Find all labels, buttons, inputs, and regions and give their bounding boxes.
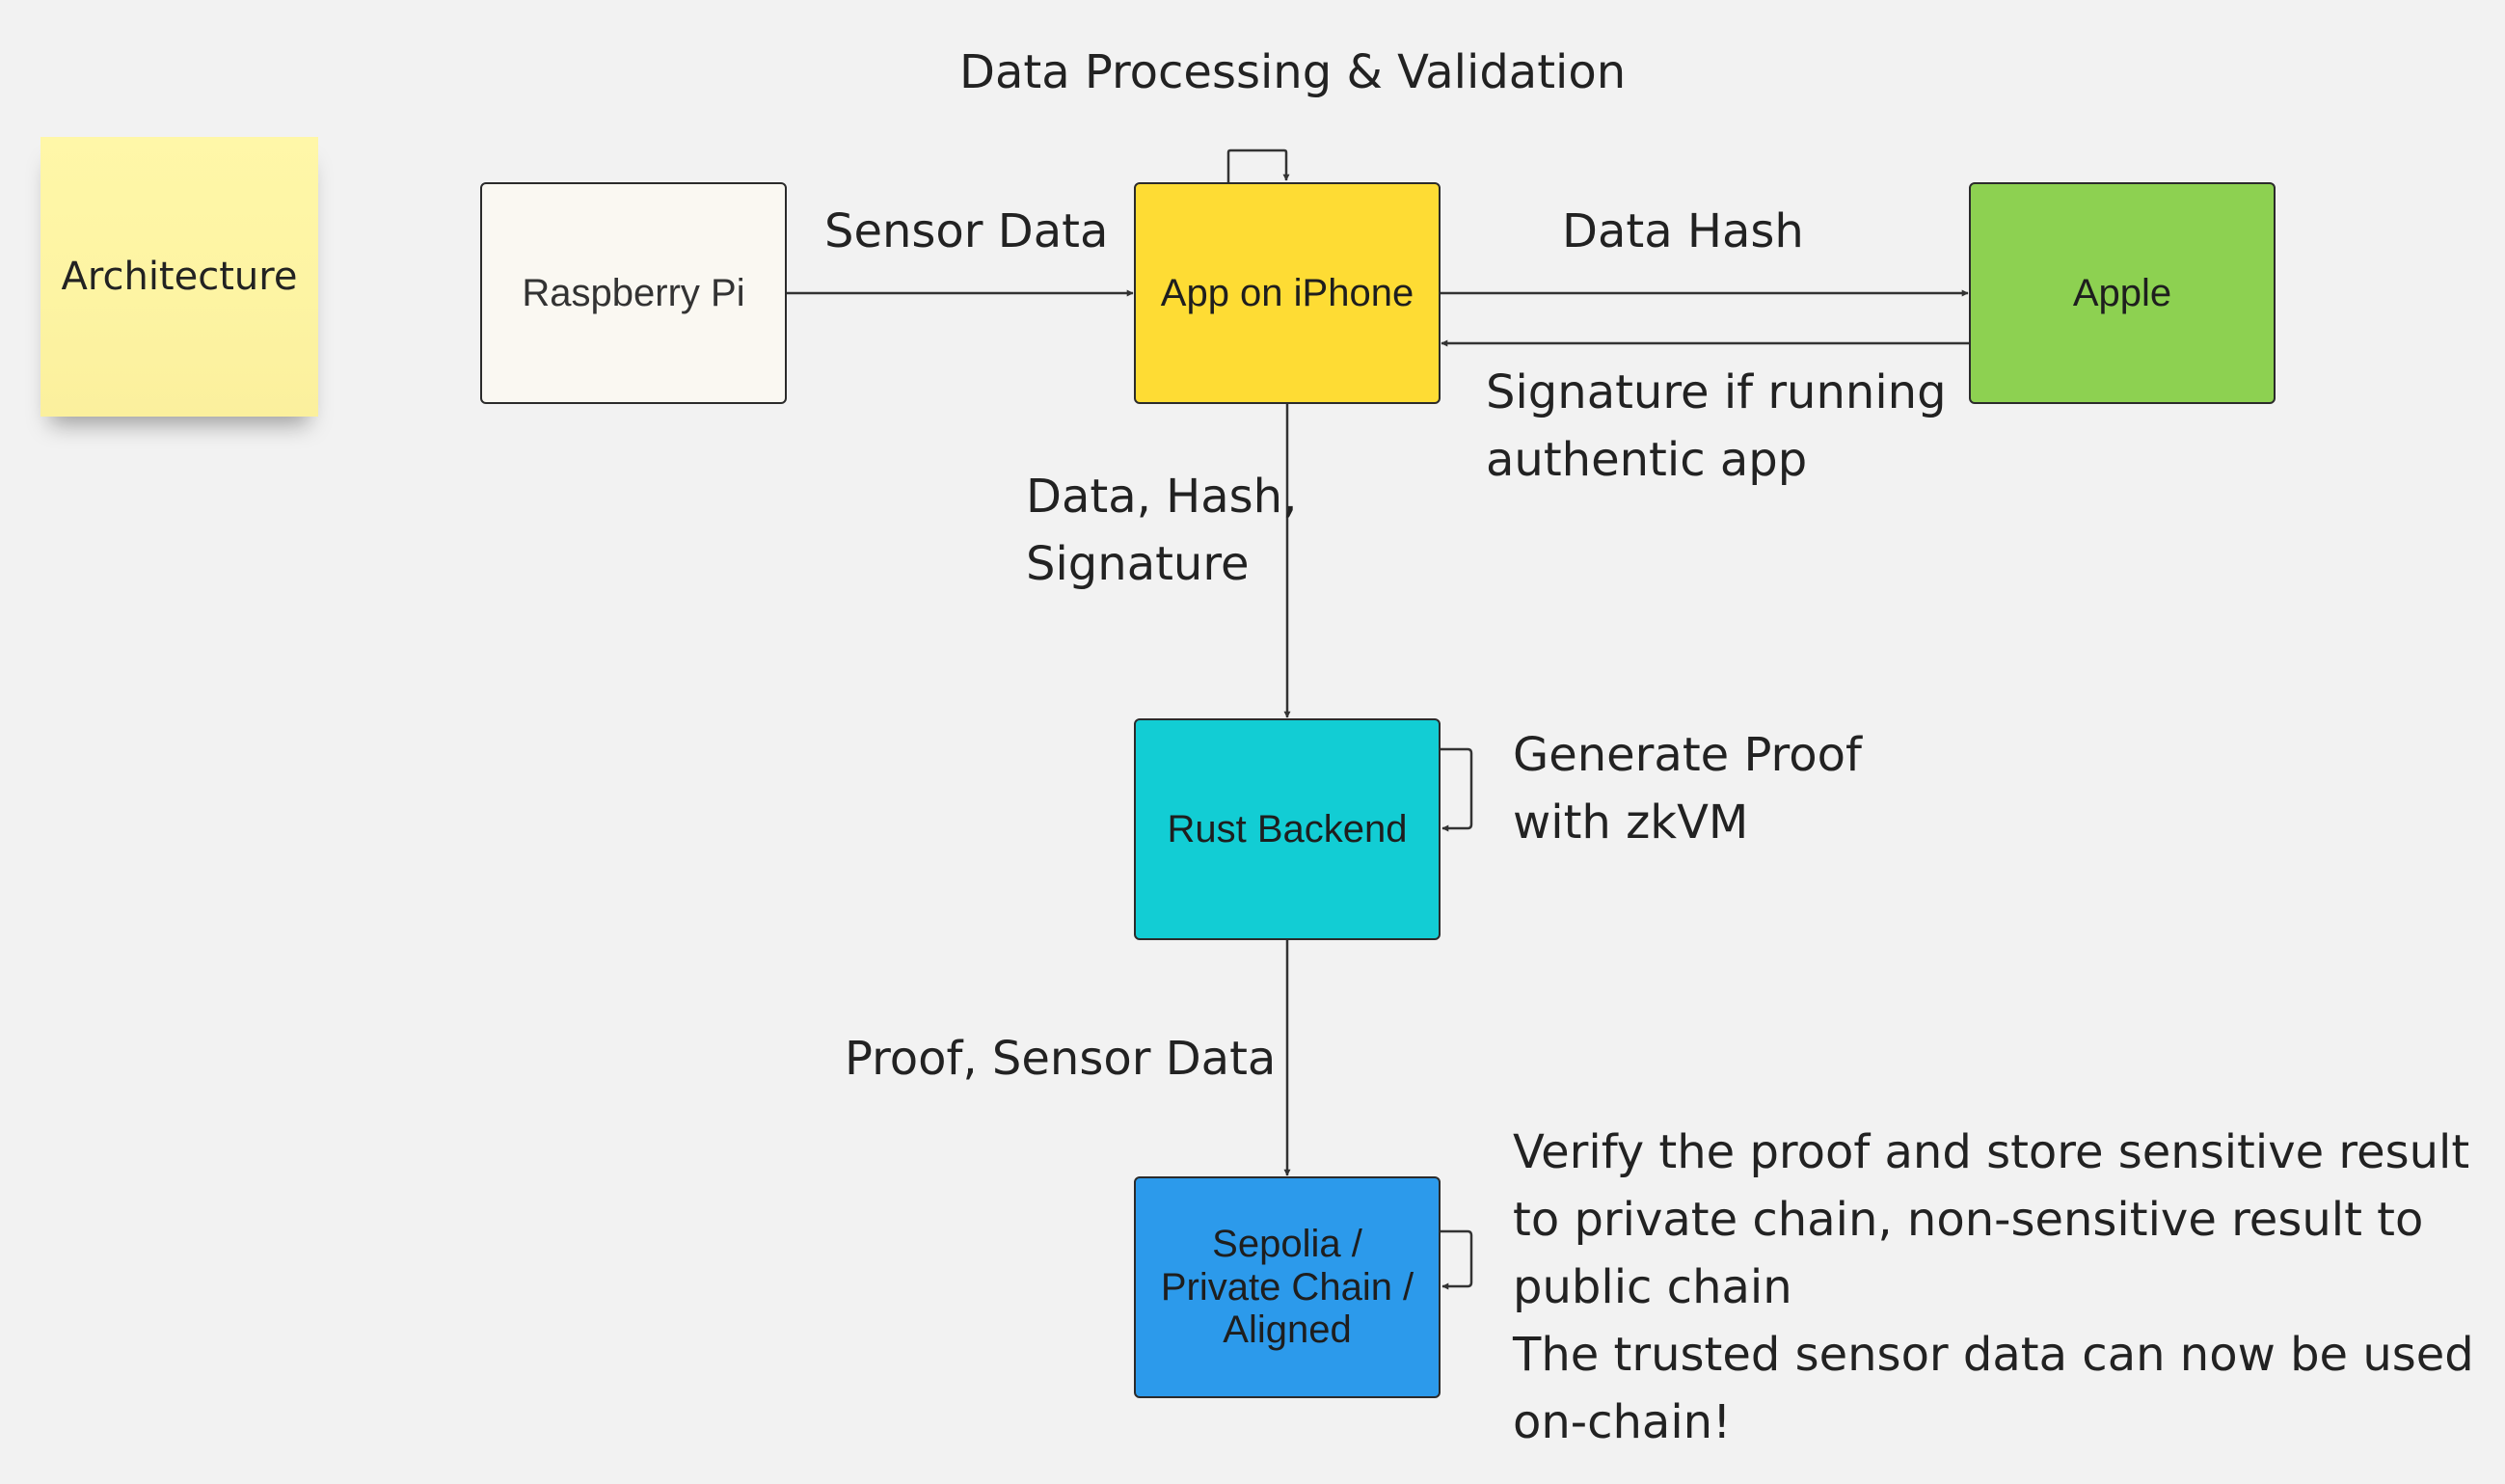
sticky-note[interactable]: Architecture: [40, 137, 318, 417]
label-data-hash-signature: Data, Hash, Signature: [1026, 470, 1298, 591]
diagram-canvas: Architecture Raspberry Pi App on iPhone …: [0, 0, 2505, 1484]
label-proof-sensor-data: Proof, Sensor Data: [845, 1032, 1277, 1086]
label-verify-and-store: Verify the proof and store sensitive res…: [1513, 1125, 2474, 1449]
edge-chain-self-loop: [1441, 1229, 1473, 1290]
edge-rust-self-loop: [1441, 747, 1473, 832]
sticky-note-text: Architecture: [61, 255, 298, 299]
label-sensor-data: Sensor Data: [824, 204, 1109, 258]
node-raspberry-pi[interactable]: Raspberry Pi: [480, 182, 787, 404]
label-signature-if-authentic: Signature if running authentic app: [1486, 365, 1947, 487]
node-rust-backend[interactable]: Rust Backend: [1134, 718, 1441, 940]
node-sepolia-private-chain-aligned[interactable]: Sepolia / Private Chain / Aligned: [1134, 1176, 1441, 1398]
node-apple[interactable]: Apple: [1969, 182, 2276, 404]
edge-app-self-loop: [1226, 148, 1290, 182]
label-data-processing: Data Processing & Validation: [959, 45, 1627, 99]
node-app-on-iphone[interactable]: App on iPhone: [1134, 182, 1441, 404]
label-data-hash: Data Hash: [1562, 204, 1804, 258]
label-generate-proof: Generate Proof with zkVM: [1513, 728, 1862, 850]
